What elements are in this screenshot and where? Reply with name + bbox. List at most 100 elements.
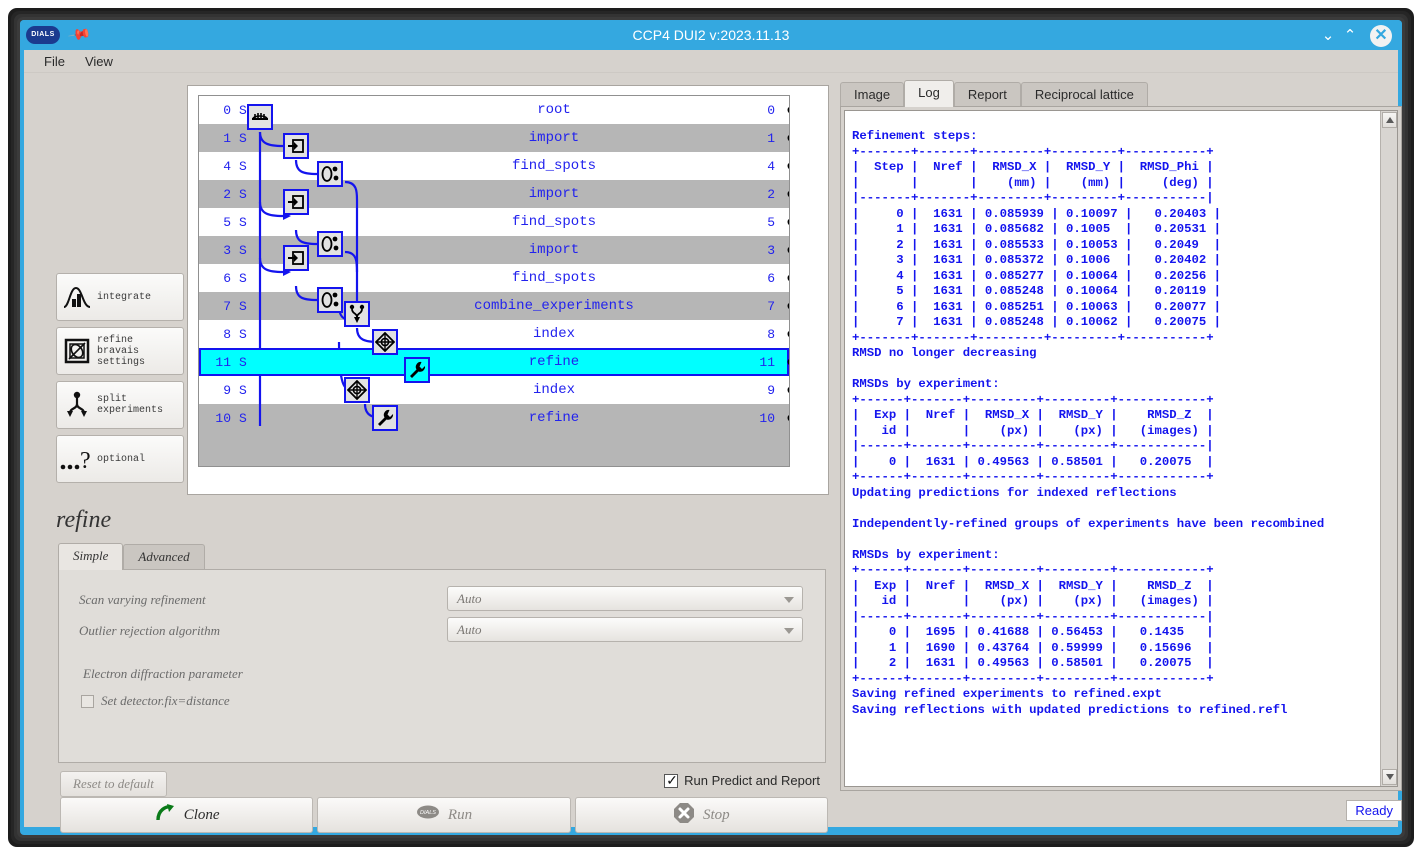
hidden-eye-icon[interactable]	[787, 383, 789, 397]
findspots-icon	[320, 291, 340, 309]
outlier-rejection-algorithm-select[interactable]: Auto	[447, 617, 803, 642]
table-row[interactable]: 8 S index 8	[199, 320, 789, 348]
menu-view[interactable]: View	[75, 53, 123, 70]
hidden-eye-icon[interactable]	[787, 243, 789, 257]
row-flag: S	[239, 102, 247, 118]
row-num: 10	[759, 410, 775, 426]
sidebar-button-split-experiments[interactable]: split experiments	[56, 381, 184, 429]
hidden-eye-icon[interactable]	[787, 131, 789, 145]
log-frame: Refinement steps: +-------+-------+-----…	[840, 106, 1402, 791]
stop-button[interactable]: Stop	[574, 797, 828, 833]
log-viewport[interactable]: Refinement steps: +-------+-------+-----…	[844, 110, 1398, 787]
node-icon-find-spots[interactable]	[317, 231, 343, 257]
table-row-selected[interactable]: 11 S refine 11	[199, 348, 789, 376]
close-button[interactable]: ✕	[1370, 25, 1392, 47]
hidden-eye-icon[interactable]	[787, 215, 789, 229]
hidden-eye-icon[interactable]	[787, 159, 789, 173]
scan-varying-refinement-select[interactable]: Auto	[447, 586, 803, 611]
main-split: integrate refine bravais settings split …	[24, 73, 1402, 833]
node-icon-import[interactable]	[283, 189, 309, 215]
action-buttons: Clone DIALS Run Stop	[60, 797, 828, 833]
import-icon	[287, 194, 305, 210]
row-num: 8	[767, 326, 775, 342]
set-detector-fix-distance-row[interactable]: Set detector.fix=distance	[81, 693, 230, 709]
hidden-eye-icon[interactable]	[787, 411, 789, 425]
table-row[interactable]: 0 S root 0	[199, 96, 789, 124]
pipeline-tree-panel: 0 S root 0 1 S import 1 4 S find_spots 4…	[187, 85, 829, 495]
select-value: Auto	[457, 622, 482, 637]
node-icon-combine-experiments[interactable]	[344, 301, 370, 327]
run-button[interactable]: DIALS Run	[317, 797, 571, 833]
sidebar-button-integrate[interactable]: integrate	[56, 273, 184, 321]
config-panel: refine Simple Advanced Scan varying refi…	[24, 507, 830, 833]
section-label: Electron diffraction parameter	[83, 666, 243, 681]
table-row[interactable]: 9 S index 9	[199, 376, 789, 404]
node-icon-find-spots[interactable]	[317, 161, 343, 187]
row-flag: S	[239, 186, 247, 202]
chevron-down-icon	[784, 628, 794, 634]
menu-file[interactable]: File	[34, 53, 75, 70]
node-icon-root[interactable]	[247, 104, 273, 130]
output-tabs: Image Log Report Reciprocal lattice	[840, 80, 1148, 107]
tab-simple[interactable]: Simple	[58, 543, 124, 570]
select-value: Auto	[457, 591, 482, 606]
row-num: 7	[767, 298, 775, 314]
tab-report[interactable]: Report	[953, 82, 1021, 107]
sidebar-buttons: integrate refine bravais settings split …	[56, 273, 184, 489]
clone-arrow-icon	[154, 802, 176, 829]
hidden-eye-icon[interactable]	[787, 271, 789, 285]
refine-icon	[407, 360, 427, 380]
log-text: Refinement steps: +-------+-------+-----…	[852, 129, 1325, 717]
row-flag: S	[239, 158, 247, 174]
row-name: root	[537, 102, 571, 118]
table-row[interactable]: 10 S refine 10	[199, 404, 789, 432]
set-detector-fix-distance-checkbox[interactable]	[81, 694, 94, 708]
run-predict-and-report-row[interactable]: Run Predict and Report	[664, 772, 820, 789]
node-icon-find-spots[interactable]	[317, 287, 343, 313]
node-icon-import[interactable]	[283, 133, 309, 159]
hidden-eye-icon[interactable]	[787, 103, 789, 117]
clone-button[interactable]: Clone	[60, 797, 314, 833]
row-num: 6	[767, 270, 775, 286]
stop-icon	[673, 802, 695, 829]
hidden-eye-icon[interactable]	[787, 327, 789, 341]
tab-log[interactable]: Log	[904, 80, 954, 107]
maximize-button[interactable]: ⌃	[1340, 26, 1360, 46]
clone-button-label: Clone	[183, 806, 220, 823]
row-id: 0	[223, 102, 231, 118]
menu-bar: File View	[24, 50, 1398, 73]
right-pane: Image Log Report Reciprocal lattice Refi…	[834, 73, 1402, 827]
pipeline-tree[interactable]: 0 S root 0 1 S import 1 4 S find_spots 4…	[198, 95, 790, 467]
tab-image[interactable]: Image	[840, 82, 905, 107]
index-icon	[347, 380, 367, 400]
row-name: combine_experiments	[474, 298, 634, 314]
node-icon-index[interactable]	[344, 377, 370, 403]
node-icon-index[interactable]	[372, 329, 398, 355]
minimize-button[interactable]: ⌄	[1318, 26, 1338, 46]
scroll-up-icon[interactable]	[1382, 112, 1397, 128]
row-flag: S	[239, 382, 247, 398]
hidden-eye-icon[interactable]	[787, 355, 789, 369]
field-label: Scan varying refinement	[79, 592, 206, 607]
table-row[interactable]: 7 S combine_experiments 7	[199, 292, 789, 320]
tab-advanced[interactable]: Advanced	[123, 544, 205, 570]
node-icon-import[interactable]	[283, 245, 309, 271]
run-predict-and-report-checkbox[interactable]	[664, 772, 679, 789]
hidden-eye-icon[interactable]	[787, 187, 789, 201]
run-button-label: Run	[447, 806, 473, 823]
hidden-eye-icon[interactable]	[787, 299, 789, 313]
client-area: File View integrate refine bravais setti…	[24, 50, 1402, 833]
row-num: 2	[767, 186, 775, 202]
sidebar-button-refine-bravais-settings[interactable]: refine bravais settings	[56, 327, 184, 375]
window-title: CCP4 DUI2 v:2023.11.13	[632, 27, 790, 43]
sidebar-button-optional[interactable]: ? optional	[56, 435, 184, 483]
reset-to-default-button[interactable]: Reset to default	[60, 771, 167, 797]
node-icon-refine[interactable]	[404, 357, 430, 383]
log-scrollbar[interactable]	[1380, 111, 1397, 786]
tab-reciprocal-lattice[interactable]: Reciprocal lattice	[1020, 82, 1148, 107]
node-icon-refine[interactable]	[372, 405, 398, 431]
row-id: 4	[223, 158, 231, 174]
import-icon	[287, 250, 305, 266]
scroll-down-icon[interactable]	[1382, 769, 1397, 785]
row-flag: S	[239, 270, 247, 286]
